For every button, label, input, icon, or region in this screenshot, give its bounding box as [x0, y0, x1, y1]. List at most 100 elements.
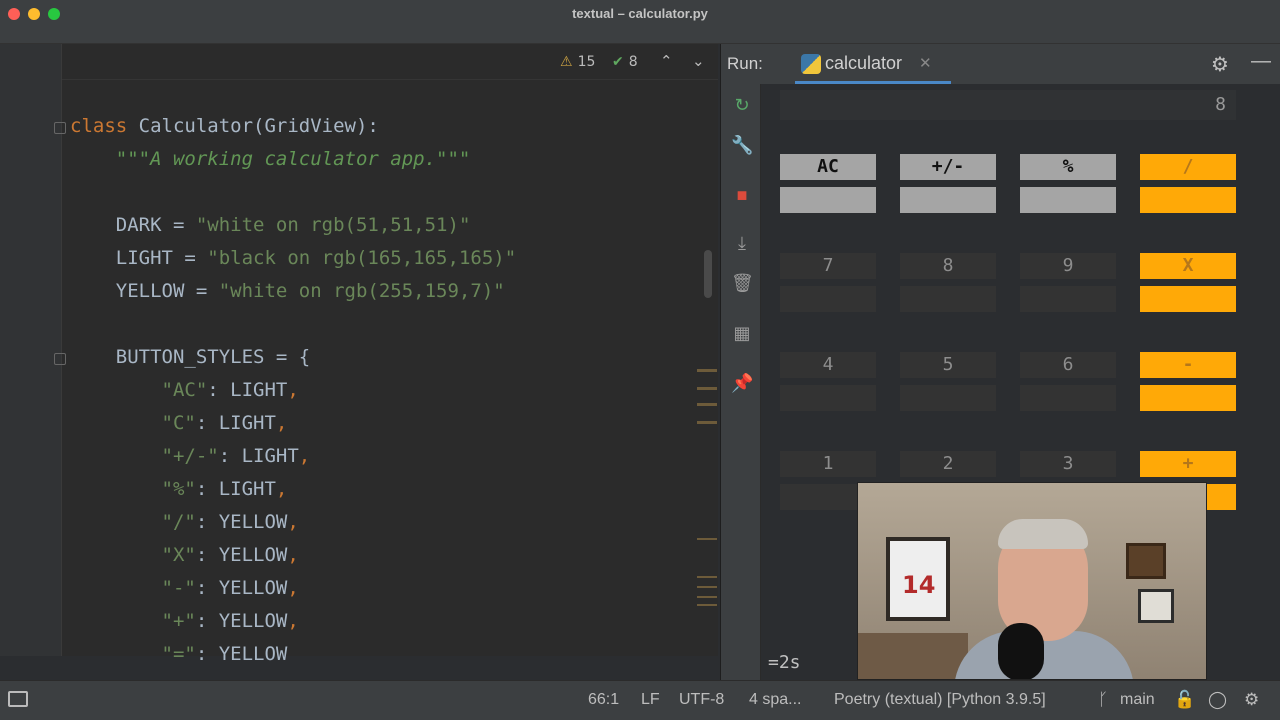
- calc-button[interactable]: 8: [900, 253, 996, 279]
- close-tab-icon[interactable]: ✕: [919, 54, 932, 72]
- rerun-icon[interactable]: ↻: [731, 94, 753, 116]
- code-editor[interactable]: ⚠ 15 ✔ 8 ⌃ ⌄ class Calculator(GridView): "…: [0, 44, 718, 665]
- code-token: "X": [70, 544, 196, 566]
- caret-position[interactable]: 66:1: [588, 691, 619, 709]
- error-stripe-mark[interactable]: [697, 387, 717, 390]
- layout-icon[interactable]: ▦: [731, 322, 753, 344]
- calc-button[interactable]: 4: [780, 352, 876, 378]
- error-stripe-mark[interactable]: [697, 604, 717, 606]
- previous-highlight-icon[interactable]: ⌃: [660, 52, 673, 70]
- error-stripe-mark[interactable]: [697, 586, 717, 588]
- calc-button-lower[interactable]: [780, 286, 876, 312]
- warning-icon: ⚠: [560, 54, 573, 70]
- calc-button[interactable]: 2: [900, 451, 996, 477]
- calc-button[interactable]: 1: [780, 451, 876, 477]
- code-line[interactable]: "AC": LIGHT,: [70, 374, 299, 407]
- code-line[interactable]: "-": YELLOW,: [70, 572, 299, 605]
- code-line[interactable]: DARK = "white on rgb(51,51,51)": [70, 209, 471, 242]
- code-token: "black on rgb(165,165,165)": [207, 247, 517, 269]
- file-encoding[interactable]: UTF-8: [679, 691, 724, 709]
- calc-button-lower[interactable]: [1140, 286, 1236, 312]
- fold-dict-icon[interactable]: [54, 353, 66, 365]
- calc-button[interactable]: X: [1140, 253, 1236, 279]
- error-stripe-mark[interactable]: [697, 421, 717, 424]
- calc-button[interactable]: 9: [1020, 253, 1116, 279]
- fold-class-icon[interactable]: [54, 122, 66, 134]
- calc-button-lower[interactable]: [1020, 187, 1116, 213]
- warnings-indicator[interactable]: ⚠ 15: [560, 54, 595, 70]
- error-stripe-mark[interactable]: [697, 403, 717, 406]
- weak-warnings-indicator[interactable]: ✔ 8: [612, 54, 638, 70]
- code-token: ,: [287, 379, 299, 401]
- display-value: 8: [1215, 94, 1226, 115]
- settings-icon[interactable]: ⚙: [1244, 690, 1259, 710]
- calc-button[interactable]: +: [1140, 451, 1236, 477]
- tab-calculator-label: calculator: [825, 53, 903, 73]
- tab-calculator[interactable]: calculator ✕: [795, 44, 951, 84]
- wrench-icon[interactable]: 🔧: [731, 134, 753, 156]
- gear-icon[interactable]: ⚙: [1211, 52, 1229, 77]
- hide-panel-icon[interactable]: —: [1251, 50, 1271, 73]
- calc-button[interactable]: 7: [780, 253, 876, 279]
- calc-button[interactable]: /: [1140, 154, 1236, 180]
- calc-button[interactable]: +/-: [900, 154, 996, 180]
- python-icon: [801, 54, 821, 74]
- code-line[interactable]: class Calculator(GridView):: [70, 110, 379, 143]
- error-stripe-mark[interactable]: [697, 596, 717, 598]
- calc-button[interactable]: -: [1140, 352, 1236, 378]
- next-highlight-icon[interactable]: ⌄: [692, 52, 705, 70]
- code-token: "%": [70, 478, 196, 500]
- editor-scrollbar[interactable]: [704, 250, 712, 298]
- calc-button-lower[interactable]: [1140, 187, 1236, 213]
- elapsed-time: =2s: [768, 652, 801, 673]
- calc-button-lower[interactable]: [1020, 286, 1116, 312]
- error-stripe-mark[interactable]: [697, 576, 717, 578]
- stop-icon[interactable]: ■: [731, 184, 753, 206]
- calc-button[interactable]: 5: [900, 352, 996, 378]
- code-line[interactable]: "+/-": LIGHT,: [70, 440, 311, 473]
- code-line[interactable]: "C": LIGHT,: [70, 407, 288, 440]
- run-toolbar: ↻ 🔧 ■ ⤓ 🗑 ▦ 📌: [721, 84, 761, 680]
- editor-gutter[interactable]: [0, 44, 62, 656]
- calc-button-lower[interactable]: [1140, 385, 1236, 411]
- speech-bubble-icon[interactable]: ◯: [1208, 690, 1227, 710]
- code-token: ,: [275, 412, 288, 434]
- code-line[interactable]: "=": YELLOW: [70, 638, 288, 671]
- git-branch[interactable]: main: [1120, 691, 1155, 709]
- calc-button-lower[interactable]: [900, 286, 996, 312]
- lock-icon[interactable]: 🔓: [1174, 690, 1195, 710]
- indent-setting[interactable]: 4 spa...: [749, 691, 801, 709]
- scroll-to-end-icon[interactable]: ⤓: [731, 232, 753, 254]
- calc-button[interactable]: AC: [780, 154, 876, 180]
- calc-button[interactable]: 3: [1020, 451, 1116, 477]
- calculator-display: 8: [780, 90, 1236, 120]
- calc-button[interactable]: 6: [1020, 352, 1116, 378]
- code-line[interactable]: "X": YELLOW,: [70, 539, 299, 572]
- calc-button-lower[interactable]: [780, 385, 876, 411]
- calc-button-lower[interactable]: [780, 187, 876, 213]
- code-line[interactable]: "+": YELLOW,: [70, 605, 299, 638]
- person-hair: [998, 519, 1088, 549]
- line-ending[interactable]: LF: [641, 691, 660, 709]
- code-line[interactable]: YELLOW = "white on rgb(255,159,7)": [70, 275, 505, 308]
- calc-button-lower[interactable]: [900, 385, 996, 411]
- toggle-panels-icon[interactable]: [8, 691, 28, 707]
- code-token: "/": [70, 511, 196, 533]
- calc-button[interactable]: %: [1020, 154, 1116, 180]
- checkmark-icon: ✔: [612, 54, 624, 70]
- code-token: "AC": [70, 379, 208, 401]
- error-stripe-mark[interactable]: [697, 538, 717, 540]
- code-token: LIGHT =: [70, 247, 208, 269]
- calc-button-lower[interactable]: [1020, 385, 1116, 411]
- calc-button-lower[interactable]: [900, 187, 996, 213]
- code-line[interactable]: "/": YELLOW,: [70, 506, 299, 539]
- code-line[interactable]: """A working calculator app.""": [70, 143, 471, 176]
- interpreter[interactable]: Poetry (textual) [Python 3.9.5]: [834, 691, 1046, 709]
- code-line[interactable]: LIGHT = "black on rgb(165,165,165)": [70, 242, 516, 275]
- code-token: : LIGHT: [195, 412, 276, 434]
- pin-icon[interactable]: 📌: [731, 372, 753, 394]
- code-line[interactable]: "%": LIGHT,: [70, 473, 288, 506]
- error-stripe-mark[interactable]: [697, 369, 717, 372]
- trash-icon[interactable]: 🗑: [731, 272, 754, 294]
- code-line[interactable]: BUTTON_STYLES = {: [70, 341, 310, 374]
